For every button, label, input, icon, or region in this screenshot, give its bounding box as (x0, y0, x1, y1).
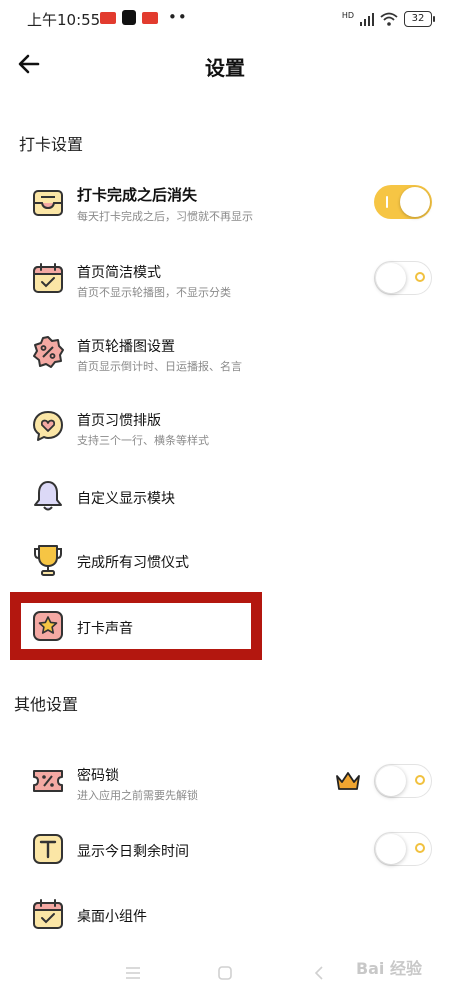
calendar-check-icon (33, 263, 63, 293)
hide-after-checkin-toggle[interactable] (374, 185, 432, 219)
setting-subtitle: 支持三个一行、横条等样式 (77, 434, 209, 447)
trophy-icon (34, 545, 62, 576)
simple-mode-toggle[interactable] (374, 261, 432, 295)
setting-row-custom-modules[interactable]: 自定义显示模块 (0, 464, 450, 528)
wifi-icon (380, 12, 398, 26)
setting-subtitle: 进入应用之前需要先解锁 (77, 789, 198, 802)
setting-row-hide-after-checkin[interactable]: 打卡完成之后消失 每天打卡完成之后，习惯就不再显示 (0, 171, 450, 235)
tiktok-icon (122, 10, 136, 25)
crown-icon (336, 772, 360, 790)
page-title: 设置 (205, 56, 245, 80)
watermark: Bai 经验 (355, 959, 422, 978)
notification-app-icon (142, 12, 158, 24)
setting-title: 密码锁 (77, 768, 119, 784)
menu-icon[interactable] (125, 966, 141, 980)
setting-title: 首页轮播图设置 (77, 339, 175, 355)
heart-chat-icon (33, 411, 63, 441)
section-title-other: 其他设置 (14, 695, 79, 714)
setting-row-habit-layout[interactable]: 首页习惯排版 支持三个一行、横条等样式 (0, 394, 450, 458)
star-icon (33, 611, 63, 641)
setting-row-carousel[interactable]: 首页轮播图设置 首页显示倒计时、日运播报、名言 (0, 320, 450, 384)
status-bar: 上午10:55 •• HD 32 (0, 0, 450, 38)
home-icon[interactable] (218, 966, 232, 980)
status-time: 上午10:55 (27, 11, 101, 29)
setting-title: 显示今日剩余时间 (77, 844, 189, 860)
signal-icon: HD (341, 11, 354, 20)
setting-row-password-lock[interactable]: 密码锁 进入应用之前需要先解锁 (0, 749, 450, 813)
setting-subtitle: 首页显示倒计时、日运播报、名言 (77, 360, 242, 373)
setting-row-checkin-sound[interactable]: 打卡声音 (0, 594, 450, 658)
remaining-time-toggle[interactable] (374, 832, 432, 866)
password-lock-toggle[interactable] (374, 764, 432, 798)
more-notifications-indicator: •• (168, 8, 188, 26)
setting-title: 首页简洁模式 (77, 265, 161, 281)
ticket-icon (33, 770, 63, 792)
setting-title: 桌面小组件 (77, 909, 147, 925)
nav-back-icon[interactable] (314, 966, 324, 980)
bell-icon (34, 481, 62, 511)
setting-row-completion-ritual[interactable]: 完成所有习惯仪式 (0, 528, 450, 592)
percent-badge-icon (33, 336, 64, 368)
setting-title: 完成所有习惯仪式 (77, 555, 189, 571)
setting-row-remaining-time[interactable]: 显示今日剩余时间 (0, 817, 450, 881)
setting-title: 打卡完成之后消失 (77, 186, 198, 204)
calendar-check-icon (33, 899, 63, 929)
setting-subtitle: 首页不显示轮播图，不显示分类 (77, 286, 231, 299)
app-header: 设置 (0, 38, 450, 93)
setting-row-desktop-widget[interactable]: 桌面小组件 (0, 882, 450, 946)
section-title-checkin: 打卡设置 (19, 135, 84, 154)
setting-row-simple-mode[interactable]: 首页简洁模式 首页不显示轮播图，不显示分类 (0, 246, 450, 310)
setting-subtitle: 每天打卡完成之后，习惯就不再显示 (77, 210, 253, 223)
cell-signal-icon (360, 13, 374, 26)
battery-icon: 32 (404, 11, 435, 27)
inbox-icon (33, 190, 63, 216)
setting-title: 首页习惯排版 (77, 413, 161, 429)
text-t-icon (33, 834, 63, 864)
notification-app-icon (100, 12, 116, 24)
setting-title: 自定义显示模块 (77, 491, 175, 507)
setting-title: 打卡声音 (77, 621, 133, 637)
